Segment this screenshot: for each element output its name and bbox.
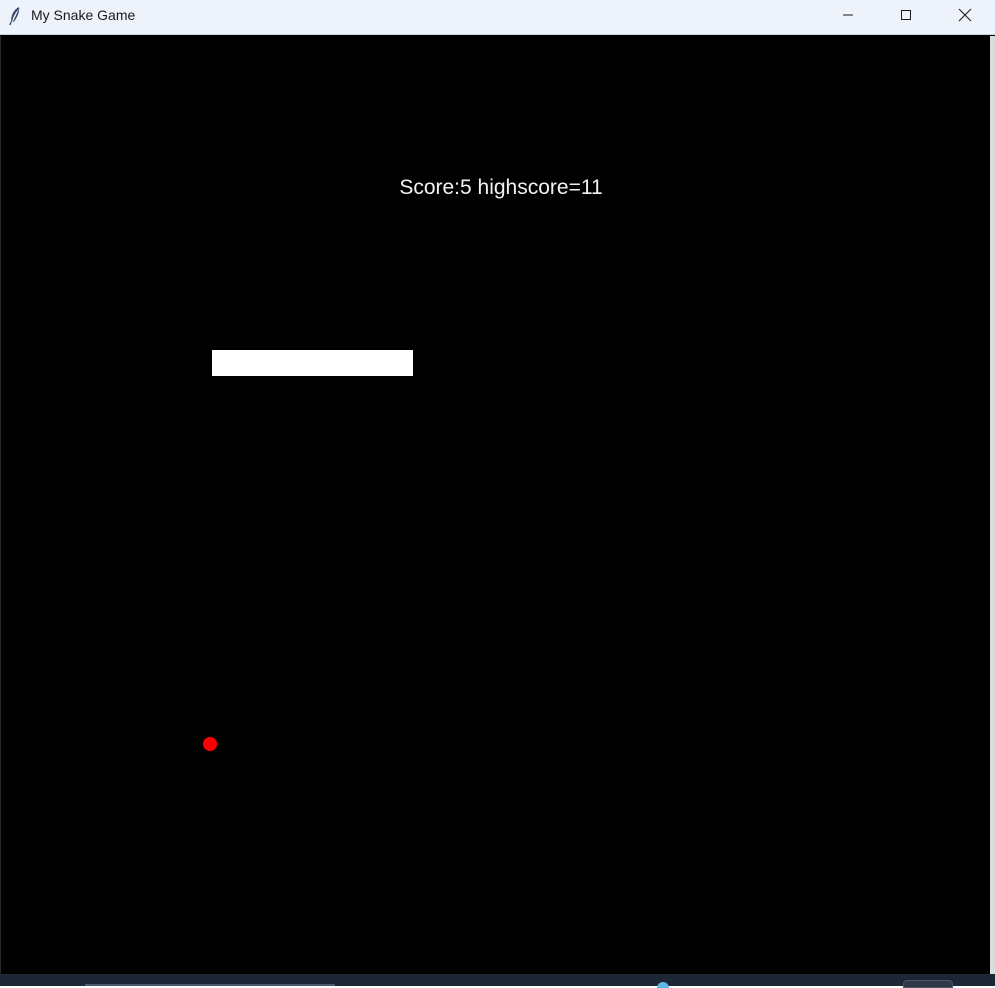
window-title: My Snake Game <box>31 7 136 23</box>
taskbar-button[interactable] <box>903 980 953 988</box>
game-canvas[interactable]: Score:5 highscore=11 <box>0 36 992 974</box>
game-window: My Snake Game Score:5 highscore=11 <box>0 0 995 988</box>
feather-icon <box>7 6 23 26</box>
maximize-icon <box>900 9 912 21</box>
minimize-icon <box>842 9 854 21</box>
snake-body <box>212 350 413 376</box>
food-dot <box>203 737 217 751</box>
close-button[interactable] <box>942 0 988 30</box>
minimize-button[interactable] <box>825 0 871 30</box>
taskbar-app-icon[interactable] <box>657 982 669 988</box>
taskbar-edge <box>0 974 995 988</box>
score-display: Score:5 highscore=11 <box>399 176 603 199</box>
close-icon <box>958 8 972 22</box>
maximize-button[interactable] <box>883 0 929 30</box>
title-bar[interactable]: My Snake Game <box>0 0 995 35</box>
window-right-border <box>990 36 995 974</box>
